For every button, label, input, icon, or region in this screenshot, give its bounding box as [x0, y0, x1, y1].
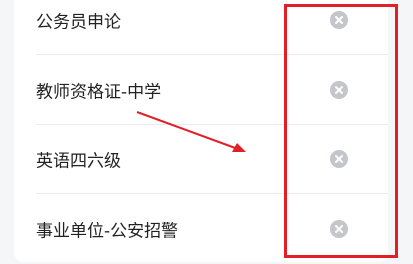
annotation-arrow-icon: [136, 111, 246, 152]
